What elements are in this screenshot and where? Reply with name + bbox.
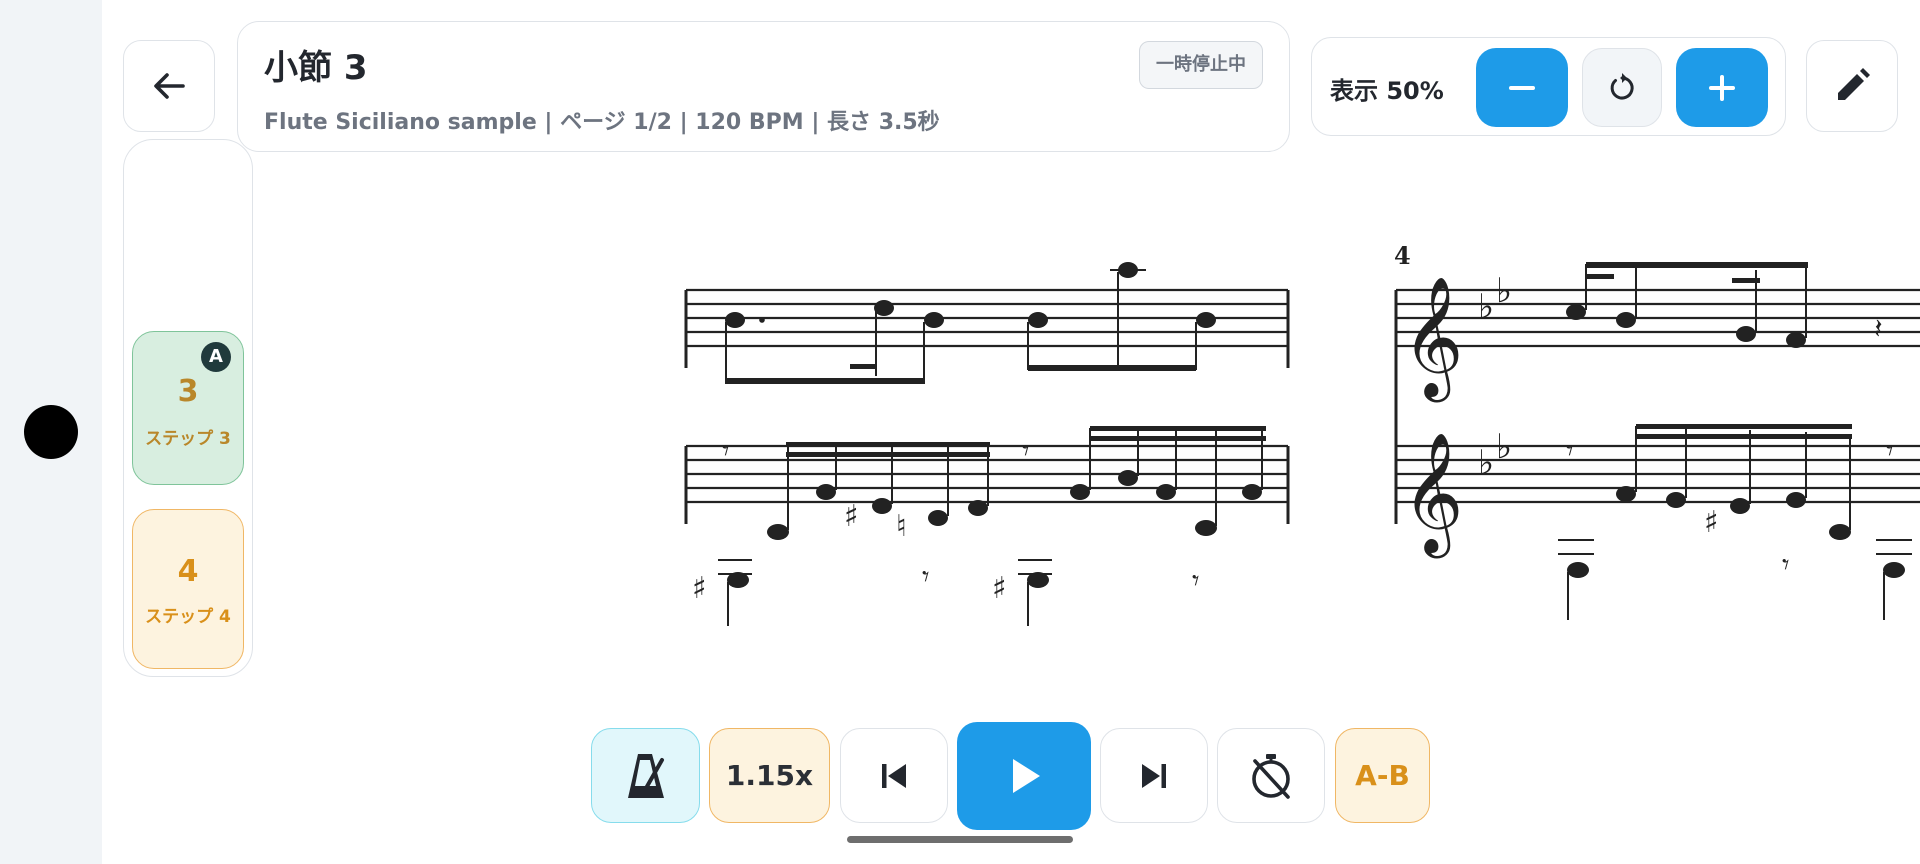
- svg-text:♭: ♭: [1478, 443, 1494, 483]
- svg-text:𝄞: 𝄞: [1402, 431, 1463, 558]
- svg-text:𝄾: 𝄾: [922, 560, 929, 593]
- step-item-3[interactable]: A 3 ステップ 3: [132, 331, 244, 485]
- status-badge: 一時停止中: [1139, 41, 1263, 89]
- svg-text:𝄞: 𝄞: [1402, 275, 1463, 402]
- svg-text:𝄾: 𝄾: [1782, 548, 1789, 581]
- zoom-controls: 表示 50%: [1311, 37, 1786, 136]
- svg-text:♯: ♯: [692, 571, 707, 606]
- svg-text:♯: ♯: [992, 571, 1007, 606]
- zoom-in-button[interactable]: [1676, 48, 1768, 127]
- piece-info: Flute Siciliano sample | ページ 1/2 | 120 B…: [264, 110, 940, 135]
- previous-button[interactable]: [840, 728, 948, 823]
- minus-icon: [1509, 85, 1535, 90]
- pencil-icon: [1838, 68, 1870, 100]
- arrow-left-icon: [154, 73, 185, 99]
- svg-text:𝄾: 𝄾: [1886, 434, 1893, 467]
- svg-text:♯: ♯: [1704, 505, 1719, 540]
- svg-text:♮: ♮: [896, 509, 907, 544]
- svg-text:♭: ♭: [1496, 271, 1512, 311]
- svg-text:𝄾: 𝄾: [1566, 434, 1573, 467]
- svg-text:♭: ♭: [1496, 427, 1512, 467]
- page-title: 小節 3: [264, 48, 368, 88]
- step-label: ステップ 4: [145, 607, 231, 627]
- ab-loop-label: A-B: [1355, 759, 1410, 792]
- metronome-icon: [627, 753, 664, 798]
- play-icon: [1013, 759, 1040, 793]
- timer-off-icon: [1252, 753, 1290, 799]
- zoom-reset-button[interactable]: [1582, 48, 1662, 127]
- timer-button[interactable]: [1217, 728, 1325, 823]
- zoom-out-button[interactable]: [1476, 48, 1568, 127]
- metronome-button[interactable]: [591, 728, 700, 823]
- rotate-icon: [1610, 72, 1634, 99]
- svg-text:♯: ♯: [844, 499, 859, 534]
- speed-button[interactable]: 1.15x: [709, 728, 830, 823]
- loop-marker-badge: A: [201, 342, 231, 372]
- measure-info-card: 小節 3 Flute Siciliano sample | ページ 1/2 | …: [237, 21, 1290, 152]
- step-list: A 3 ステップ 3 4 ステップ 4: [123, 139, 253, 677]
- sheet-music[interactable]: 𝄾 𝄾 𝄾 𝄾 𝄽 𝄾 𝄾 𝄾 ♯ ♮ ♯ ♯ ♯ 4 𝄞 𝄞 ♭ ♭ ♭ ♭: [640, 240, 1920, 640]
- measure-number: 4: [1394, 241, 1411, 270]
- svg-text:𝄾: 𝄾: [1192, 564, 1199, 597]
- ab-loop-button[interactable]: A-B: [1335, 728, 1430, 823]
- svg-text:𝄾: 𝄾: [722, 434, 729, 467]
- play-button[interactable]: [957, 722, 1091, 830]
- plus-icon: [1709, 74, 1735, 101]
- camera-cutout: [24, 405, 78, 459]
- svg-text:♭: ♭: [1478, 287, 1494, 327]
- zoom-level: 表示 50%: [1330, 77, 1444, 105]
- step-label: ステップ 3: [145, 429, 231, 449]
- svg-text:𝄾: 𝄾: [1022, 434, 1029, 467]
- skip-next-icon: [1142, 763, 1166, 788]
- step-number: 3: [177, 374, 199, 409]
- svg-text:𝄽: 𝄽: [1874, 312, 1883, 345]
- speed-label: 1.15x: [725, 759, 814, 792]
- skip-previous-icon: [882, 763, 906, 788]
- edit-button[interactable]: [1806, 40, 1898, 132]
- back-button[interactable]: [123, 40, 215, 132]
- next-button[interactable]: [1100, 728, 1208, 823]
- home-indicator: [847, 836, 1073, 843]
- step-item-4[interactable]: 4 ステップ 4: [132, 509, 244, 669]
- step-number: 4: [177, 554, 199, 589]
